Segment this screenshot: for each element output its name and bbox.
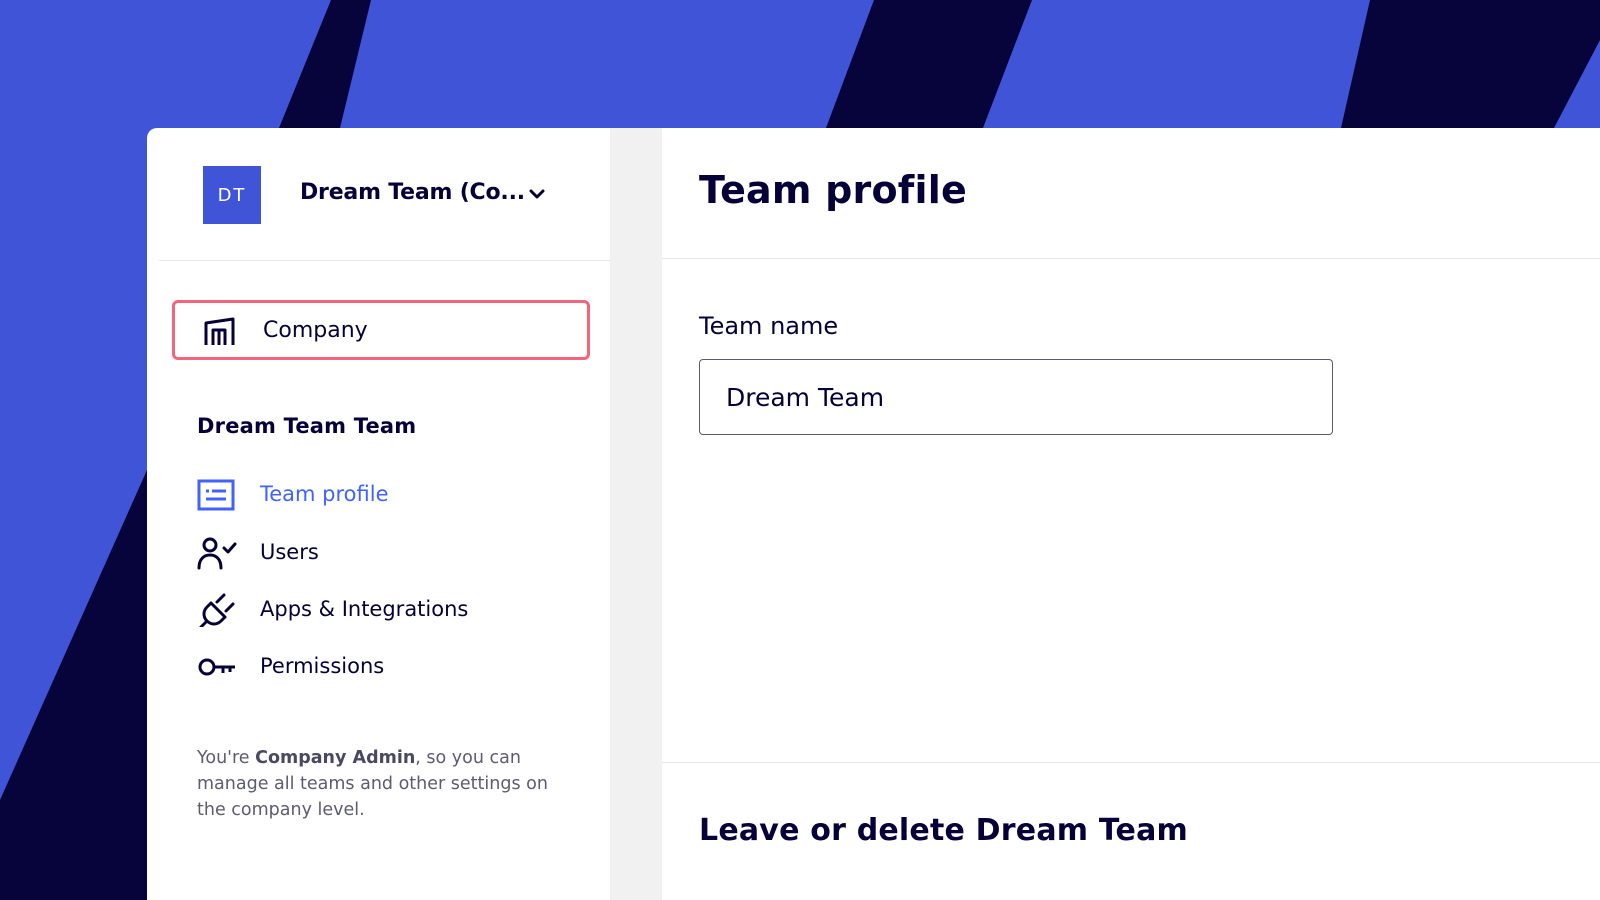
- chevron-down-icon[interactable]: [527, 184, 547, 204]
- sidebar-item-team-profile[interactable]: Team profile: [197, 475, 587, 515]
- team-switcher[interactable]: DT Dream Team (Co...: [159, 128, 610, 261]
- leave-delete-heading: Leave or delete Dream Team: [699, 813, 1189, 848]
- sidebar: DT Dream Team (Co... Company Dream Team …: [159, 128, 610, 900]
- page-header: Team profile: [662, 128, 1600, 259]
- team-profile-icon: [197, 479, 235, 511]
- user-check-icon: [197, 537, 237, 570]
- sidebar-item-permissions-label: Permissions: [260, 654, 385, 678]
- sidebar-item-team-profile-label: Team profile: [260, 482, 389, 506]
- key-icon: [198, 658, 235, 676]
- sidebar-item-apps-integrations[interactable]: Apps & Integrations: [197, 590, 587, 630]
- section-divider: [662, 762, 1600, 763]
- admin-note-prefix: You're: [197, 748, 256, 768]
- admin-note-role: Company Admin: [255, 748, 416, 768]
- sidebar-item-company-label: Company: [263, 318, 368, 343]
- plug-icon: [199, 593, 235, 627]
- team-name-input[interactable]: [699, 359, 1333, 435]
- company-building-icon: [204, 317, 235, 345]
- team-section-title: Dream Team Team: [197, 414, 417, 438]
- team-name-label: Team name: [699, 312, 839, 340]
- sidebar-item-users[interactable]: Users: [197, 533, 587, 573]
- sidebar-item-users-label: Users: [260, 540, 319, 564]
- sidebar-item-apps-label: Apps & Integrations: [260, 597, 469, 621]
- settings-window: DT Dream Team (Co... Company Dream Team …: [147, 128, 1600, 900]
- main-content: Team profile Team name Leave or delete D…: [662, 128, 1600, 900]
- page-title: Team profile: [699, 168, 967, 212]
- sidebar-item-permissions[interactable]: Permissions: [197, 647, 587, 687]
- team-switcher-name[interactable]: Dream Team (Co...: [300, 180, 525, 205]
- admin-note: You're Company Admin, so you can manage …: [197, 745, 567, 823]
- sidebar-gutter: [610, 128, 662, 900]
- sidebar-item-company[interactable]: Company: [172, 300, 590, 360]
- team-avatar: DT: [203, 166, 261, 224]
